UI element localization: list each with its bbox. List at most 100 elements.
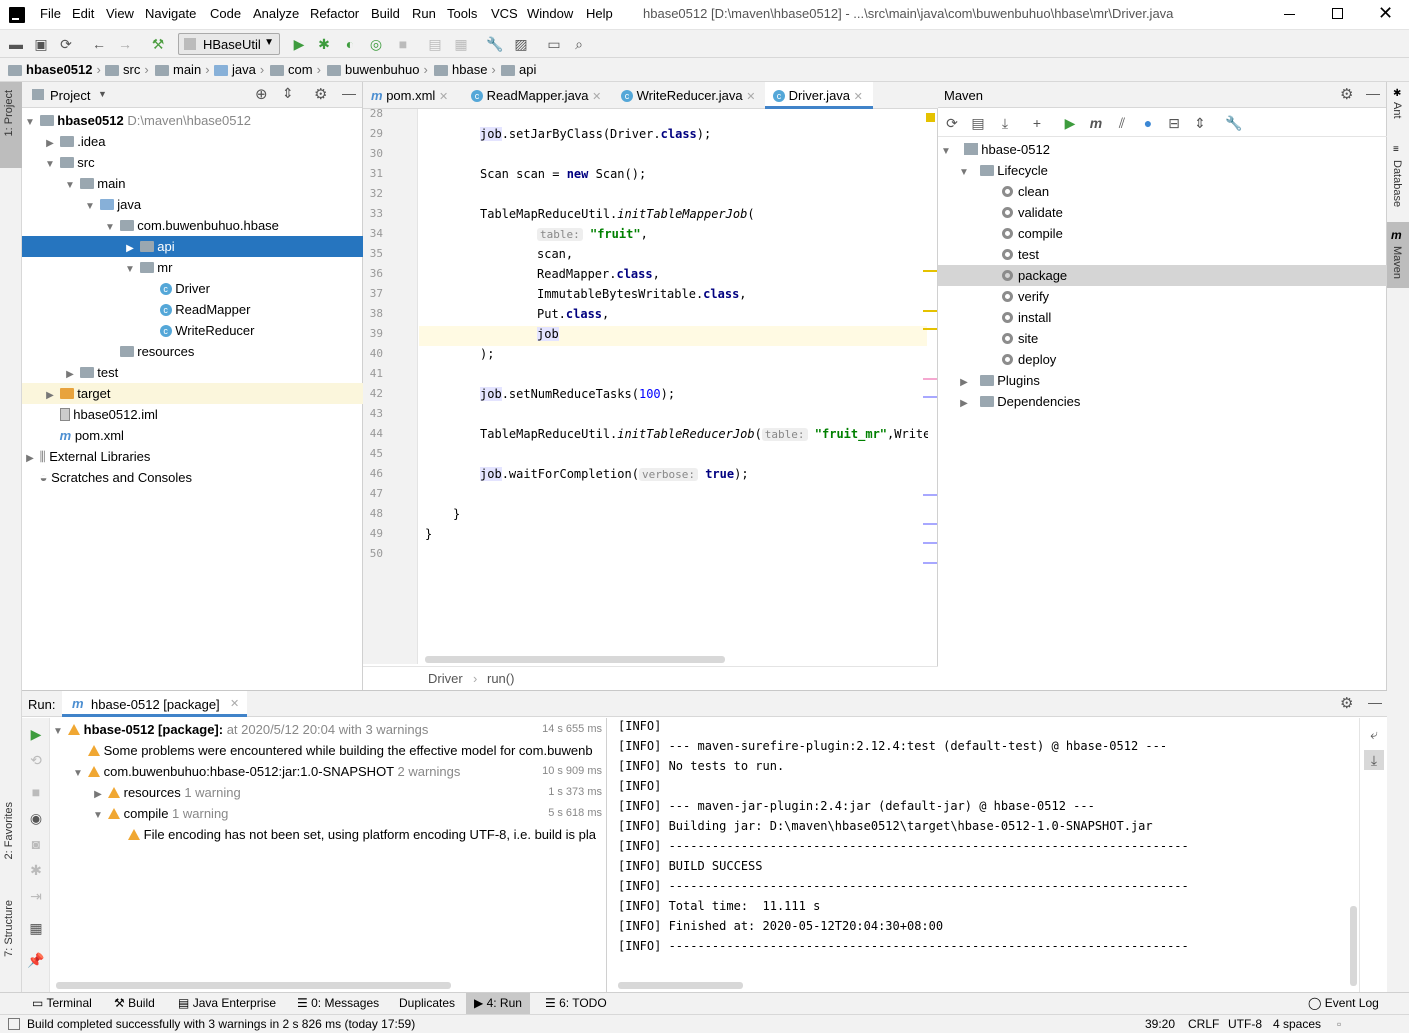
project-tree-item[interactable]: ▼ mr xyxy=(22,257,363,278)
indent-setting[interactable]: 4 spaces xyxy=(1273,1017,1321,1031)
maven-goal-test[interactable]: test xyxy=(938,244,1387,265)
chevron-down-icon[interactable]: ▼ xyxy=(72,763,84,784)
toggle-offline-icon[interactable]: ⫽ xyxy=(1112,113,1132,133)
gear-icon[interactable]: ⚙ xyxy=(314,85,327,103)
breadcrumb-item[interactable]: com › xyxy=(270,62,321,77)
maven-tool-tab[interactable]: m Maven xyxy=(1387,222,1409,288)
console-output[interactable]: [INFO] [INFO] --- maven-surefire-plugin:2… xyxy=(618,718,1348,980)
structure-tool-tab[interactable]: 7: Structure xyxy=(0,900,22,970)
file-encoding[interactable]: UTF-8 xyxy=(1228,1017,1262,1031)
stop-icon[interactable]: ■ xyxy=(26,782,46,802)
chevron-down-icon[interactable]: ▼ xyxy=(24,112,36,133)
run-tree-scrollbar[interactable] xyxy=(56,982,451,989)
show-dependencies-icon[interactable]: ⊟ xyxy=(1164,113,1184,133)
minimize-icon[interactable] xyxy=(1284,14,1295,15)
menu-help[interactable]: Help xyxy=(586,6,613,21)
chevron-down-icon[interactable]: ▼ xyxy=(124,259,136,280)
chevron-down-icon[interactable]: ▼ xyxy=(92,805,104,826)
breadcrumb-item[interactable]: buwenbuhuo › xyxy=(327,62,428,77)
duplicates-tab[interactable]: Duplicates xyxy=(399,996,455,1010)
maven-goal-icon[interactable]: m xyxy=(1086,113,1106,133)
debug-icon[interactable]: ✱ xyxy=(314,34,334,54)
horizontal-scrollbar[interactable] xyxy=(425,656,725,663)
menu-refactor[interactable]: Refactor xyxy=(310,6,359,21)
project-structure-icon[interactable]: ▨ xyxy=(511,34,531,54)
tab-readmapper-java[interactable]: c ReadMapper.java ✕ xyxy=(463,82,613,109)
run-tree-item[interactable]: ▼ hbase-0512 [package]: at 2020/5/12 20:… xyxy=(50,719,606,740)
chevron-right-icon[interactable]: ▶ xyxy=(92,784,104,805)
chevron-right-icon[interactable]: ▶ xyxy=(124,238,136,259)
project-tree-item[interactable]: ▶ .idea xyxy=(22,131,363,152)
ant-tool-tab[interactable]: ✱ Ant xyxy=(1387,88,1409,132)
locate-icon[interactable]: ⊕ xyxy=(255,85,268,103)
project-tree-item[interactable]: ▼ com.buwenbuhuo.hbase xyxy=(22,215,363,236)
maven-goal-clean[interactable]: clean xyxy=(938,181,1387,202)
lock-icon[interactable]: ▫ xyxy=(1337,1017,1341,1031)
soft-wrap-icon[interactable]: ⤶ xyxy=(1364,724,1384,744)
project-tree-item[interactable]: ▶ target xyxy=(22,383,363,404)
stop-icon[interactable]: ■ xyxy=(393,34,413,54)
project-tree-item[interactable]: ▼ main xyxy=(22,173,363,194)
menu-file[interactable]: File xyxy=(40,6,61,21)
chevron-down-icon[interactable]: ▼ xyxy=(98,89,107,99)
plugins-node[interactable]: ▶ Plugins xyxy=(958,370,1407,391)
close-icon[interactable]: ✕ xyxy=(854,91,863,103)
run-tree-item[interactable]: ▼ compile 1 warning 5 s 618 ms xyxy=(50,803,606,824)
menu-analyze[interactable]: Analyze xyxy=(253,6,299,21)
project-tool-tab[interactable]: 1: Project xyxy=(0,82,22,168)
camera-icon[interactable]: ◙ xyxy=(26,834,46,854)
chevron-down-icon[interactable]: ▼ xyxy=(44,154,56,175)
status-message[interactable]: Build completed successfully with 3 warn… xyxy=(27,1017,415,1031)
event-log-tab[interactable]: ◯ Event Log xyxy=(1308,996,1379,1010)
close-icon[interactable]: ✕ xyxy=(746,91,755,103)
menu-edit[interactable]: Edit xyxy=(72,6,94,21)
add-icon[interactable]: + xyxy=(1027,113,1047,133)
settings-wrench-icon[interactable]: 🔧 xyxy=(1224,113,1244,133)
forward-icon[interactable]: → xyxy=(115,34,135,54)
deploy-icon[interactable]: ▦ xyxy=(451,34,471,54)
build-tab[interactable]: ⚒ Build xyxy=(114,996,155,1010)
menu-navigate[interactable]: Navigate xyxy=(145,6,196,21)
run-tree-item[interactable]: ▼ com.buwenbuhuo:hbase-0512:jar:1.0-SNAP… xyxy=(50,761,606,782)
project-tree-item[interactable]: ▶ ⫼ External Libraries xyxy=(22,446,363,467)
favorites-tool-tab[interactable]: 2: Favorites xyxy=(0,802,22,892)
project-tree-item[interactable]: hbase0512.iml xyxy=(22,404,363,425)
maven-goal-validate[interactable]: validate xyxy=(938,202,1387,223)
breadcrumb-item[interactable]: java › xyxy=(214,62,264,77)
menu-tools[interactable]: Tools xyxy=(447,6,477,21)
warning-marker-icon[interactable] xyxy=(926,113,935,122)
run-tab[interactable]: ▶ 4: Run xyxy=(466,993,530,1014)
splitter[interactable] xyxy=(606,718,607,993)
collapse-all-icon[interactable]: ⇕ xyxy=(1190,113,1210,133)
lifecycle-node[interactable]: ▼ Lifecycle xyxy=(958,160,1407,181)
menu-vcs[interactable]: VCS xyxy=(491,6,518,21)
tab-pom-xml[interactable]: m pom.xml ✕ xyxy=(363,82,463,109)
tab-writereducer-java[interactable]: c WriteReducer.java ✕ xyxy=(613,82,765,109)
project-tree-item[interactable]: ▼ java xyxy=(22,194,363,215)
run-tree-item[interactable]: File encoding has not been set, using pl… xyxy=(50,824,606,845)
terminal-tab[interactable]: ▭ Terminal xyxy=(32,996,92,1010)
editor-breadcrumb-class[interactable]: Driver xyxy=(428,671,463,686)
layout-icon[interactable]: ▦ xyxy=(26,918,46,938)
line-separator[interactable]: CRLF xyxy=(1188,1017,1219,1031)
project-panel-title[interactable]: Project xyxy=(50,88,90,103)
profile-icon[interactable]: ◎ xyxy=(366,34,386,54)
project-tree-item[interactable]: ▶ test xyxy=(22,362,363,383)
reimport-icon[interactable]: ⟳ xyxy=(942,113,962,133)
project-tree-item[interactable]: c WriteReducer xyxy=(22,320,363,341)
run-icon[interactable]: ▶ xyxy=(1060,113,1080,133)
java-enterprise-tab[interactable]: ▤ Java Enterprise xyxy=(178,996,276,1010)
run-icon[interactable]: ▶ xyxy=(289,34,309,54)
run-tree-item[interactable]: Some problems were encountered while bui… xyxy=(50,740,606,761)
import-icon[interactable]: ⇥ xyxy=(26,886,46,906)
tab-driver-java[interactable]: c Driver.java ✕ xyxy=(765,82,873,109)
attach-icon[interactable]: ▤ xyxy=(425,34,445,54)
editor-breadcrumb-method[interactable]: run() xyxy=(487,671,514,686)
menu-view[interactable]: View xyxy=(106,6,134,21)
caret-position[interactable]: 39:20 xyxy=(1145,1017,1175,1031)
chevron-down-icon[interactable]: ▼ xyxy=(104,217,116,238)
menu-run[interactable]: Run xyxy=(412,6,436,21)
todo-tab[interactable]: ☰ 6: TODO xyxy=(545,996,607,1010)
project-tree-item[interactable]: m pom.xml xyxy=(22,425,363,446)
database-tool-tab[interactable]: ≡ Database xyxy=(1387,144,1409,216)
